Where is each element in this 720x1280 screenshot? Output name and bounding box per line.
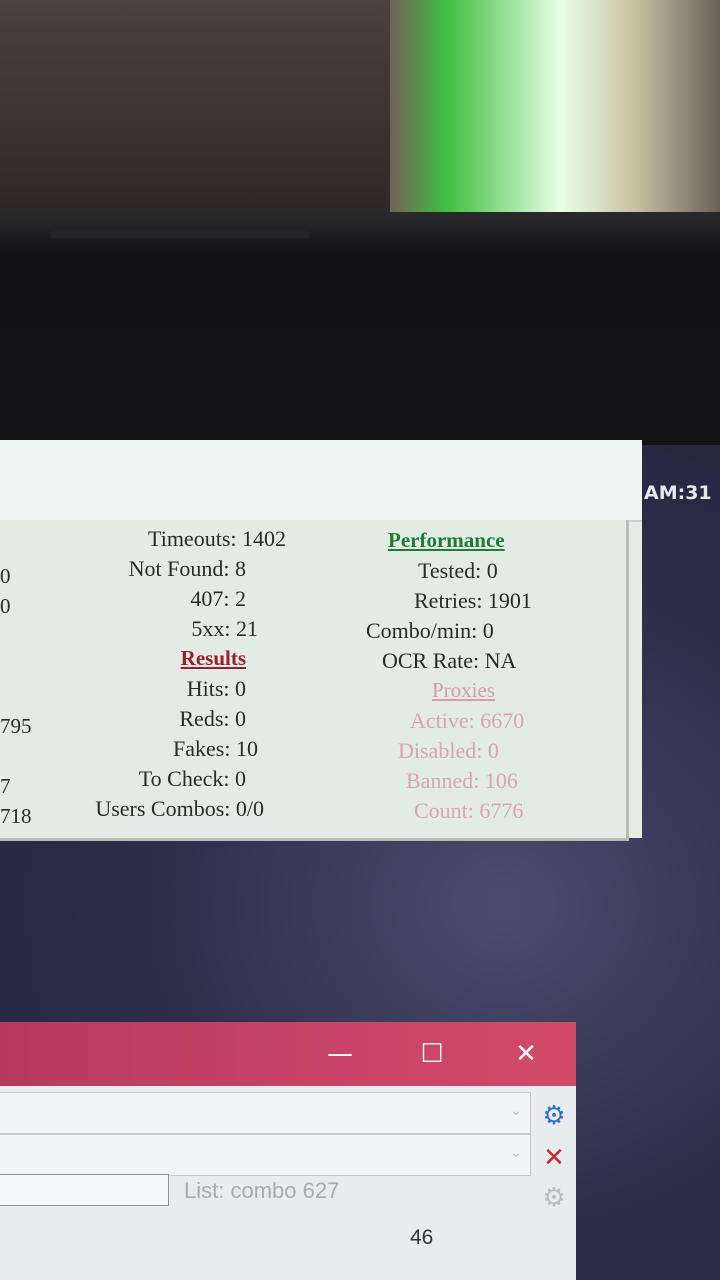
- fakes-stat: Fakes: 10: [173, 736, 258, 761]
- results-header: Results: [180, 646, 246, 670]
- combo-per-min-stat: Combo/min: 0: [366, 618, 494, 643]
- hits-stat: Hits: 0: [186, 676, 246, 701]
- edge-number: 7: [0, 774, 11, 798]
- proxies-banned-stat: Banned: 106: [406, 768, 518, 793]
- stats-window-header: [0, 440, 642, 522]
- settings-icon[interactable]: ⚙: [538, 1182, 570, 1214]
- not-found-stat: Not Found: 8: [128, 556, 246, 581]
- proxies-active-stat: Active: 6670: [410, 708, 525, 733]
- edge-number: 795: [0, 714, 32, 738]
- background-wall: [0, 0, 720, 230]
- desktop-am-label: AM:31: [644, 482, 712, 504]
- window-titlebar[interactable]: — ☐ ✕: [0, 1022, 576, 1086]
- status-407-stat: 407: 2: [190, 586, 246, 611]
- chevron-down-icon: ⌄: [510, 1145, 522, 1161]
- wall-shadow: [0, 0, 390, 230]
- users-combos-stat: Users Combos: 0/0: [95, 796, 264, 821]
- combo-select-1[interactable]: ⌄: [0, 1092, 531, 1134]
- edge-number: 0: [0, 564, 11, 588]
- performance-header: Performance: [388, 528, 505, 552]
- status-5xx-stat: 5xx: 21: [191, 616, 258, 641]
- stats-window: 0 0 795 7 718 Timeouts: 1402 Not Found: …: [0, 440, 642, 841]
- monitor-bezel: [0, 212, 720, 447]
- list-input[interactable]: [0, 1174, 169, 1206]
- count-value: 46: [410, 1226, 434, 1249]
- reds-stat: Reds: 0: [179, 706, 246, 731]
- edge-number: 718: [0, 804, 32, 828]
- search-icon[interactable]: ⚙: [538, 1100, 570, 1132]
- ocr-rate-stat: OCR Rate: NA: [382, 648, 517, 673]
- list-label: List: combo 627: [184, 1178, 340, 1203]
- chevron-down-icon: ⌄: [510, 1103, 522, 1119]
- close-button[interactable]: ✕: [506, 1034, 546, 1074]
- to-check-stat: To Check: 0: [138, 766, 246, 791]
- proxies-header: Proxies: [432, 678, 495, 702]
- edge-number: 0: [0, 594, 11, 618]
- tested-stat: Tested: 0: [418, 558, 498, 583]
- proxies-disabled-stat: Disabled: 0: [398, 738, 499, 763]
- combo-select-2[interactable]: ⌄: [0, 1134, 531, 1176]
- maximize-button[interactable]: ☐: [412, 1034, 452, 1074]
- stats-panel: 0 0 795 7 718 Timeouts: 1402 Not Found: …: [0, 520, 629, 841]
- retries-stat: Retries: 1901: [414, 588, 532, 613]
- delete-icon[interactable]: ✕: [538, 1142, 570, 1174]
- proxies-count-stat: Count: 6776: [414, 798, 524, 823]
- bezel-edge: [50, 230, 310, 238]
- minimize-button[interactable]: —: [320, 1034, 360, 1074]
- timeouts-stat: Timeouts: 1402: [148, 526, 286, 551]
